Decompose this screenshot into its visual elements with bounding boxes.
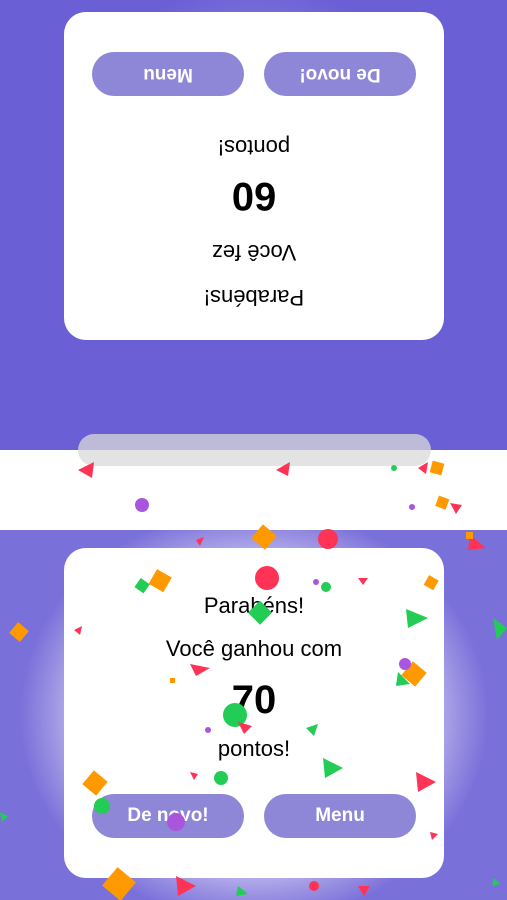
player-score: 70	[231, 678, 277, 722]
player-congrats-text: Parabéns!	[203, 593, 305, 618]
opponent-result-card: Parabéns! Você fez 60 pontos! De novo! M…	[64, 12, 444, 340]
opponent-congrats-text: Parabéns!	[203, 285, 305, 310]
opponent-menu-button[interactable]: Menu	[92, 52, 244, 96]
opponent-score: 60	[231, 174, 277, 218]
player-points-label: pontos!	[217, 736, 291, 761]
player-result-card: Parabéns! Você ganhou com 70 pontos! De …	[64, 548, 444, 878]
player-message-text: Você ganhou com	[165, 636, 343, 661]
center-divider-bar	[78, 434, 431, 466]
opponent-play-again-button[interactable]: De novo!	[264, 52, 416, 96]
player-menu-button[interactable]: Menu	[264, 794, 416, 838]
opponent-points-label: pontos!	[217, 135, 291, 160]
opponent-message-text: Você fez	[211, 240, 297, 265]
player-play-again-button[interactable]: De novo!	[92, 794, 244, 838]
